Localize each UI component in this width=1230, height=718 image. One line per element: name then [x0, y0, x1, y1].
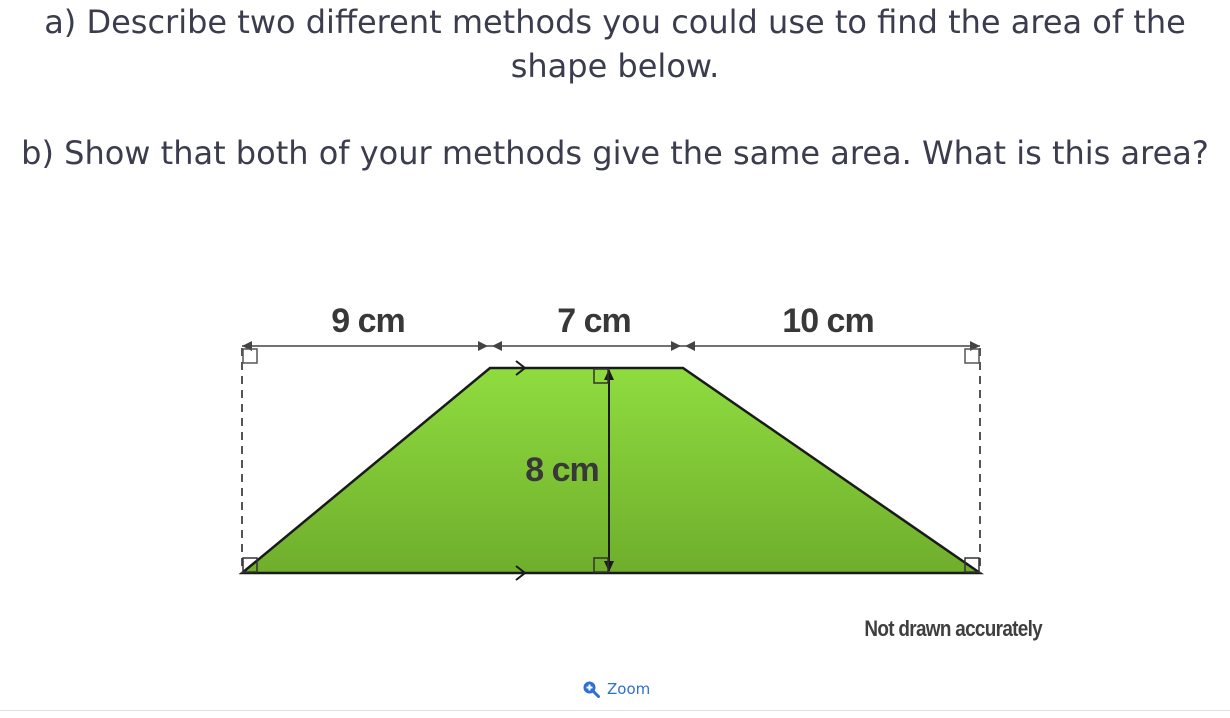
not-drawn-accurately-note: Not drawn accurately — [864, 616, 1042, 641]
dimension-arrow — [492, 341, 502, 351]
dimension-arrow — [685, 341, 695, 351]
trapezium-diagram: 9 cm 7 cm 10 cm 8 cm — [238, 302, 985, 581]
trapezium-shape — [238, 366, 985, 575]
bottom-divider — [0, 710, 1230, 711]
zoom-in-icon — [582, 680, 600, 698]
label-left-base-segment: 9 cm — [331, 302, 405, 340]
question-part-b: b) Show that both of your methods give t… — [21, 134, 1209, 172]
label-height: 8 cm — [525, 451, 599, 489]
dimension-arrow — [671, 341, 681, 351]
label-top-side: 7 cm — [557, 302, 631, 340]
zoom-label: Zoom — [607, 680, 651, 698]
right-angle-marker — [964, 348, 980, 364]
label-right-base-segment: 10 cm — [782, 302, 873, 340]
right-angle-marker — [242, 348, 258, 364]
question-part-a: a) Describe two different methods you co… — [44, 3, 1186, 85]
zoom-button[interactable]: Zoom — [578, 676, 654, 702]
dimension-arrow — [478, 341, 488, 351]
